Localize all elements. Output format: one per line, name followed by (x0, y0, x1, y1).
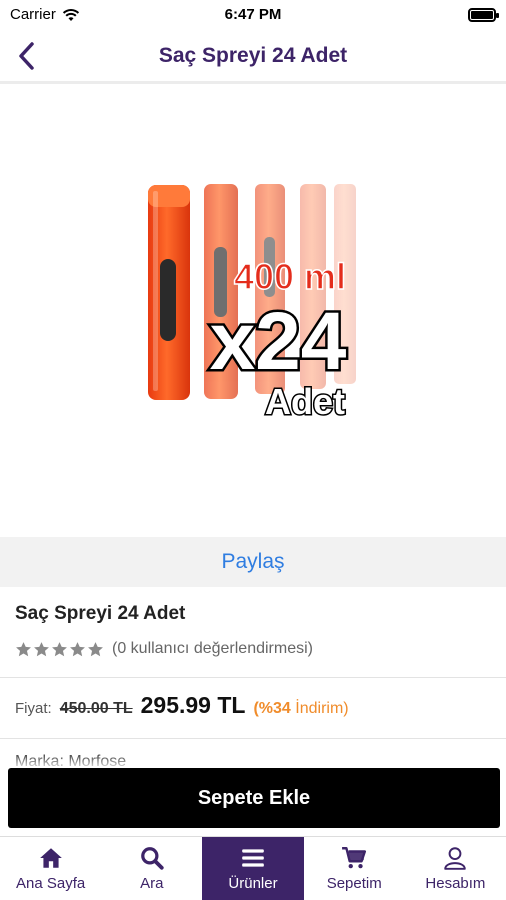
discount-badge: (%34 İndirim) (253, 700, 348, 718)
unit-text: Adet (265, 381, 345, 422)
discount-percent: (%34 (253, 700, 291, 717)
chevron-left-icon (19, 42, 34, 70)
star-icon (16, 641, 31, 656)
product-illustration: 400 ml x24 Adet (148, 184, 356, 424)
share-bar: Paylaş (0, 537, 506, 587)
tab-label: Ürünler (228, 875, 278, 892)
rating-count: (0 kullanıcı değerlendirmesi) (112, 640, 313, 657)
price-label: Fiyat: (15, 700, 52, 717)
volume-text: 400 ml (234, 256, 346, 297)
page-title: Saç Spreyi 24 Adet (158, 44, 348, 67)
star-icon (52, 641, 67, 656)
star-icon (70, 641, 85, 656)
back-button[interactable] (8, 38, 44, 74)
divider (0, 677, 506, 678)
star-icon (34, 641, 49, 656)
multiplier-text: x24 (210, 296, 347, 387)
divider (0, 738, 506, 739)
tab-label: Ara (140, 875, 164, 892)
star-rating (15, 641, 104, 658)
old-price: 450.00 TL (59, 700, 133, 717)
share-link[interactable]: Paylaş (221, 550, 284, 574)
tab-label: Sepetim (326, 875, 382, 892)
tab-label: Hesabım (425, 875, 486, 892)
discount-label: İndirim) (295, 700, 349, 717)
cart-icon (342, 847, 367, 869)
product-image[interactable]: 400 ml x24 Adet (0, 87, 506, 537)
navigation-bar: Saç Spreyi 24 Adet (0, 30, 506, 84)
rating-row[interactable]: (0 kullanıcı değerlendirmesi) (15, 640, 313, 658)
star-icon (88, 641, 103, 656)
tab-account[interactable]: Hesabım (405, 837, 506, 900)
add-to-cart-button[interactable]: Sepete Ekle (8, 768, 500, 828)
search-icon (140, 847, 164, 870)
tab-products[interactable]: Ürünler (202, 837, 304, 900)
tab-search[interactable]: Ara (101, 837, 202, 900)
menu-icon (242, 849, 264, 867)
battery-icon (468, 8, 499, 22)
tab-home[interactable]: Ana Sayfa (0, 837, 101, 900)
tab-cart[interactable]: Sepetim (304, 837, 405, 900)
tab-label: Ana Sayfa (15, 875, 86, 892)
status-bar: Carrier 6:47 PM (0, 0, 506, 30)
user-icon (444, 847, 467, 870)
product-name: Saç Spreyi 24 Adet (15, 603, 186, 624)
tab-bar: Ana Sayfa Ara Ürünler Sepetim Hesabım (0, 836, 506, 900)
home-icon (39, 848, 62, 868)
price-row: Fiyat: 450.00 TL 295.99 TL (%34 İndirim) (15, 692, 349, 719)
clock: 6:47 PM (224, 6, 282, 23)
current-price: 295.99 TL (140, 692, 246, 718)
hair-spray-can (148, 185, 190, 400)
